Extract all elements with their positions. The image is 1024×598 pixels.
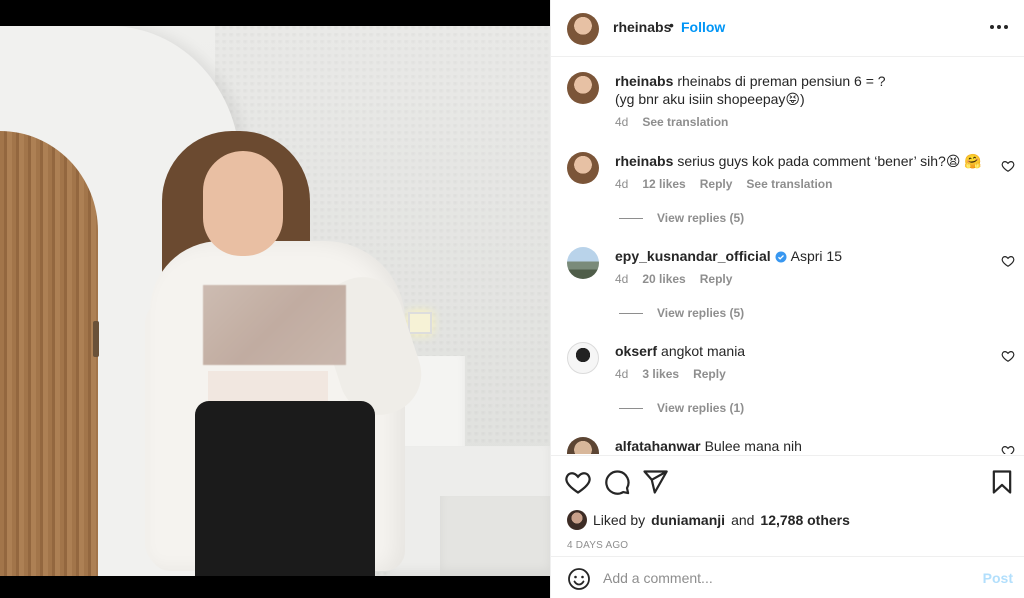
post-button[interactable]: Post: [983, 570, 1013, 586]
header-username[interactable]: rheinabs: [613, 19, 671, 35]
comment-text: epy_kusnandar_official Aspri 15: [615, 247, 985, 265]
likes-and: and: [731, 512, 755, 528]
separator-dot: •: [669, 17, 674, 33]
blur-censor: [203, 285, 346, 365]
comment-input[interactable]: [603, 568, 963, 588]
verified-icon: [775, 251, 787, 263]
comment-username[interactable]: rheinabs: [615, 73, 673, 89]
comment-body: Bulee mana nih: [704, 438, 802, 454]
comment-meta: 4d 20 likes Reply: [615, 272, 732, 286]
comment-username[interactable]: rheinabs: [615, 153, 673, 169]
likes-prefix: Liked by: [593, 512, 646, 528]
caption-text: rheinabs rheinabs di preman pensiun 6 = ?…: [615, 72, 985, 108]
post-header: rheinabs • Follow: [551, 0, 1024, 57]
reply-button[interactable]: Reply: [700, 272, 733, 286]
comment-body: angkot mania: [661, 343, 746, 359]
comment-likes[interactable]: 12 likes: [642, 177, 685, 191]
view-replies-button[interactable]: View replies (5): [619, 306, 744, 320]
post-photo[interactable]: [0, 26, 550, 576]
reply-button[interactable]: Reply: [700, 177, 733, 191]
heart-icon[interactable]: [1001, 254, 1015, 268]
comment-time: 4d: [615, 367, 629, 381]
avatar[interactable]: [567, 152, 599, 184]
comment-icon[interactable]: [603, 468, 631, 496]
likes-summary: Liked by duniamanji and 12,788 others: [567, 509, 850, 531]
comment-meta: 4d 3 likes Reply: [615, 367, 726, 381]
reply-button[interactable]: Reply: [693, 367, 726, 381]
see-translation-link[interactable]: See translation: [642, 115, 728, 129]
comment-time: 4d: [615, 177, 629, 191]
heart-icon[interactable]: [1001, 349, 1015, 363]
comment-body: Aspri 15: [790, 248, 842, 264]
person: [0, 26, 550, 576]
comment-meta: 4d 12 likes Reply See translation: [615, 177, 832, 191]
comment-time: 4d: [615, 272, 629, 286]
comment-text: alfatahanwar Bulee mana nih: [615, 437, 985, 454]
replies-divider: [619, 312, 643, 314]
avatar[interactable]: [567, 72, 599, 104]
comment-text: rheinabs serius guys kok pada comment ‘be…: [615, 152, 985, 170]
see-translation-link[interactable]: See translation: [746, 177, 832, 191]
comment-username[interactable]: alfatahanwar: [615, 438, 701, 454]
heart-icon[interactable]: [564, 468, 592, 496]
avatar[interactable]: [567, 510, 587, 530]
likes-others-link[interactable]: 12,788 others: [760, 512, 850, 528]
add-comment-bar: Post: [551, 556, 1024, 598]
caption-line: (yg bnr aku isiin shopeepay😝): [615, 91, 805, 107]
share-icon[interactable]: [641, 468, 669, 496]
comment-username[interactable]: okserf: [615, 343, 657, 359]
person-face: [203, 151, 283, 256]
heart-icon[interactable]: [1001, 444, 1015, 454]
post-timestamp[interactable]: 4 DAYS AGO: [567, 540, 628, 551]
replies-divider: [619, 407, 643, 409]
bookmark-icon[interactable]: [988, 468, 1016, 496]
view-replies-button[interactable]: View replies (5): [619, 211, 744, 225]
more-icon[interactable]: [987, 20, 1011, 34]
comment-likes[interactable]: 3 likes: [642, 367, 679, 381]
avatar[interactable]: [567, 342, 599, 374]
comments-list[interactable]: rheinabs rheinabs di preman pensiun 6 = ?…: [551, 58, 1024, 454]
post-panel: rheinabs • Follow rheinabs rheinabs di pr…: [550, 0, 1024, 598]
liker-username[interactable]: duniamanji: [651, 512, 725, 528]
view-replies-label: View replies (1): [657, 401, 745, 415]
comment-likes[interactable]: 20 likes: [642, 272, 685, 286]
avatar[interactable]: [567, 13, 599, 45]
comment-username[interactable]: epy_kusnandar_official: [615, 248, 771, 264]
avatar[interactable]: [567, 247, 599, 279]
comment-time: 4d: [615, 115, 629, 129]
replies-divider: [619, 217, 643, 219]
person-skirt: [195, 401, 375, 576]
action-bar: [551, 455, 1024, 505]
comment-text: okserf angkot mania: [615, 342, 985, 360]
view-replies-button[interactable]: View replies (1): [619, 401, 744, 415]
emoji-icon[interactable]: [567, 567, 591, 591]
post-media[interactable]: [0, 0, 550, 598]
avatar[interactable]: [567, 437, 599, 454]
caption-line: rheinabs di preman pensiun 6 = ?: [677, 73, 886, 89]
view-replies-label: View replies (5): [657, 211, 745, 225]
comment-body: serius guys kok pada comment ‘bener’ sih…: [677, 153, 982, 169]
view-replies-label: View replies (5): [657, 306, 745, 320]
heart-icon[interactable]: [1001, 159, 1015, 173]
follow-button[interactable]: Follow: [681, 19, 725, 35]
caption-meta: 4d See translation: [615, 115, 728, 129]
